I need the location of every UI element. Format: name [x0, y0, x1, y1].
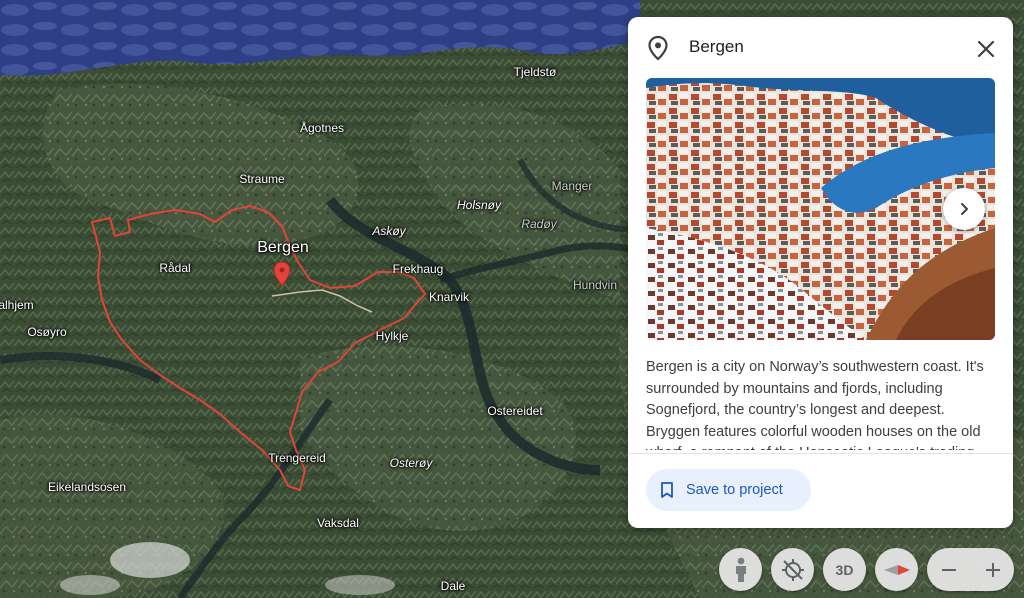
- place-info-card: Bergen Bergen is a city on Norway’s sout…: [628, 17, 1013, 528]
- place-label[interactable]: Ågotnes: [300, 121, 344, 135]
- place-label[interactable]: Osterøy: [390, 456, 433, 470]
- save-button-label: Save to project: [686, 482, 783, 498]
- bookmark-icon: [661, 482, 673, 498]
- place-label[interactable]: Manger: [552, 179, 593, 193]
- pegman-icon: [735, 557, 746, 582]
- place-label[interactable]: Holsnøy: [457, 198, 501, 212]
- place-label[interactable]: Knarvik: [429, 290, 469, 304]
- place-photo[interactable]: [646, 78, 995, 340]
- place-label[interactable]: Osøyro: [27, 325, 66, 339]
- place-label[interactable]: Ostereidet: [487, 404, 542, 418]
- place-label[interactable]: Hundvin: [573, 278, 617, 292]
- place-label[interactable]: Rådal: [159, 261, 190, 275]
- zoom-out-button[interactable]: [927, 548, 970, 591]
- zoom-controls: [927, 548, 1014, 591]
- compass-icon: [883, 564, 910, 575]
- place-label[interactable]: Radøy: [521, 217, 556, 231]
- save-to-project-button[interactable]: Save to project: [646, 469, 811, 511]
- card-header: Bergen: [628, 17, 1013, 77]
- place-label-city[interactable]: Bergen: [257, 239, 309, 257]
- next-photo-button[interactable]: [943, 188, 985, 230]
- place-label[interactable]: Askøy: [372, 224, 405, 238]
- place-label[interactable]: alhjem: [0, 298, 34, 312]
- toggle-3d-label: 3D: [835, 561, 854, 578]
- place-label[interactable]: Eikelandsosen: [48, 480, 126, 494]
- place-label[interactable]: Dale: [441, 579, 466, 593]
- place-label[interactable]: Frekhaug: [393, 262, 444, 276]
- toggle-3d-button[interactable]: 3D: [823, 548, 866, 591]
- close-icon[interactable]: [974, 37, 998, 61]
- zoom-in-button[interactable]: [971, 548, 1014, 591]
- place-label[interactable]: Trengereid: [268, 451, 326, 465]
- place-label[interactable]: Hylkje: [376, 329, 409, 343]
- card-title: Bergen: [689, 37, 744, 56]
- location-pin-icon: [647, 35, 669, 66]
- place-description: Bergen is a city on Norway’s southwester…: [646, 359, 984, 450]
- plus-icon: [985, 562, 1000, 577]
- compass-button[interactable]: [875, 548, 918, 591]
- street-view-button[interactable]: [719, 548, 762, 591]
- place-label[interactable]: Straume: [239, 172, 284, 186]
- minus-icon: [941, 568, 956, 571]
- place-label[interactable]: Vaksdal: [317, 516, 359, 530]
- location-off-icon: [781, 558, 804, 581]
- place-label[interactable]: Tjeldstø: [514, 65, 557, 79]
- chevron-right-icon: [961, 203, 968, 215]
- card-divider: [628, 453, 1013, 454]
- my-location-button[interactable]: [771, 548, 814, 591]
